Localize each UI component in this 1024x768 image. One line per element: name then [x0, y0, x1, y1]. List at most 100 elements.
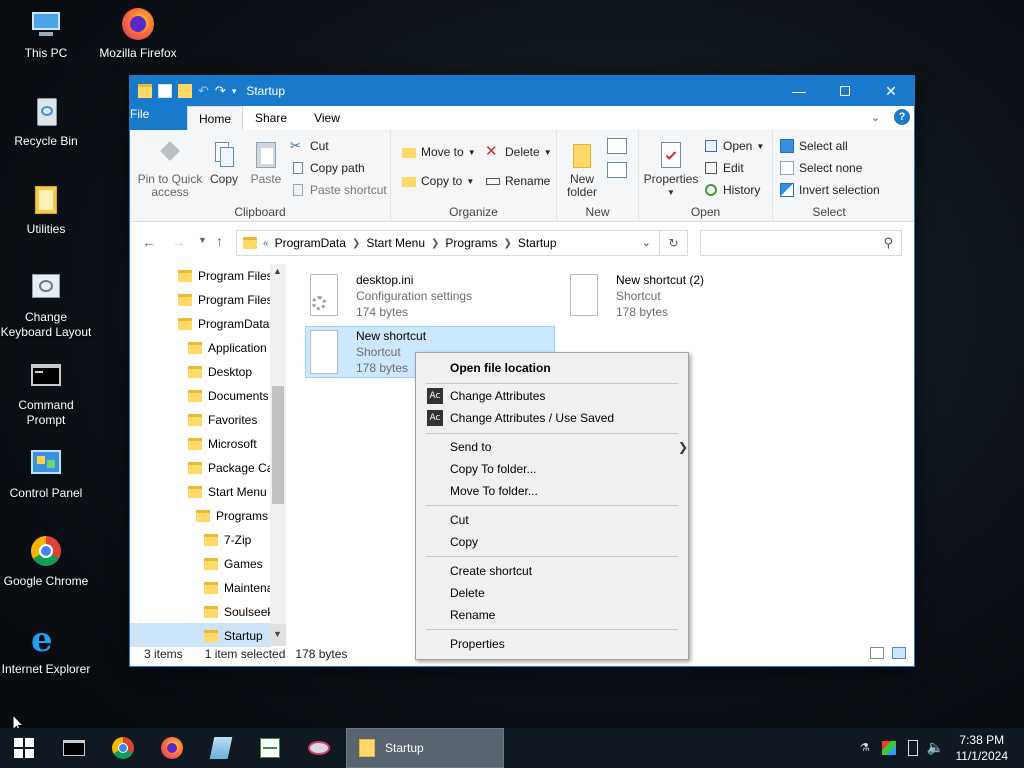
usb-icon[interactable]	[908, 740, 918, 756]
undo-icon[interactable]: ↶	[198, 83, 209, 99]
maximize-button[interactable]	[822, 76, 868, 106]
file-item-desktop-ini[interactable]: desktop.ini Configuration settings 174 b…	[306, 272, 536, 320]
desktop-icon-this-pc[interactable]: This PC	[0, 8, 92, 61]
nav-item[interactable]: Favorites	[188, 408, 257, 432]
breadcrumb-start-menu[interactable]: Start Menu	[366, 236, 425, 250]
rename-button[interactable]: Rename	[485, 173, 550, 189]
taskbar-app-3[interactable]	[295, 728, 343, 768]
nav-item[interactable]: Start Menu	[188, 480, 267, 504]
redo-icon[interactable]: ↷	[215, 83, 226, 99]
taskbar-app-1[interactable]	[197, 728, 245, 768]
menu-create-shortcut[interactable]: Create shortcut	[450, 561, 532, 581]
nav-item[interactable]: Program Files	[178, 264, 273, 288]
minimize-button[interactable]: —	[776, 76, 822, 106]
nav-item[interactable]: Microsoft	[188, 432, 257, 456]
new-folder-button[interactable]: New folder	[563, 140, 601, 199]
address-dropdown-icon[interactable]: ⌄	[642, 236, 651, 249]
nav-item[interactable]: Desktop	[188, 360, 252, 384]
menu-rename[interactable]: Rename	[450, 605, 495, 625]
history-button[interactable]: History	[703, 182, 760, 198]
menu-change-attributes-use-saved[interactable]: Change Attributes / Use Saved	[450, 408, 614, 428]
back-arrow-icon[interactable]: ←	[142, 234, 156, 250]
file-item-new-shortcut-2[interactable]: New shortcut (2) Shortcut 178 bytes	[566, 272, 766, 320]
taskbar-app-2[interactable]	[246, 728, 294, 768]
move-to-button[interactable]: Move to ▼	[401, 144, 476, 160]
address-overflow[interactable]: «	[263, 238, 269, 249]
address-bar[interactable]: « ProgramData ❯ Start Menu ❯ Programs ❯ Sta…	[236, 230, 660, 256]
tab-view[interactable]: View	[299, 106, 355, 130]
desktop-icon-chrome[interactable]: Google Chrome	[0, 536, 92, 589]
menu-change-attributes[interactable]: Change Attributes	[450, 386, 545, 406]
expand-ribbon-icon[interactable]: ⌄	[871, 111, 880, 124]
up-arrow-icon[interactable]: ↑	[216, 233, 223, 249]
menu-open-file-location[interactable]: Open file location	[450, 358, 551, 378]
clock[interactable]: 7:38 PM 11/1/2024	[956, 732, 1009, 764]
title-bar[interactable]: ↶ ↷ ▾ Startup — ✕	[130, 76, 914, 106]
menu-copy[interactable]: Copy	[450, 532, 478, 552]
breadcrumb-programs[interactable]: Programs	[445, 236, 497, 250]
tab-share[interactable]: Share	[243, 106, 299, 130]
taskbar-firefox[interactable]	[148, 728, 196, 768]
nav-item[interactable]: 7-Zip	[204, 528, 251, 552]
volume-muted-icon[interactable]: 🔈	[927, 739, 944, 756]
tray-color-icon[interactable]	[882, 741, 896, 755]
search-input[interactable]: ⚲	[700, 230, 902, 256]
cut-button[interactable]: ✂ Cut	[290, 138, 329, 154]
desktop-icon-command-prompt[interactable]: Command Prompt	[0, 360, 92, 428]
copy-path-button[interactable]: Copy path	[290, 160, 365, 176]
customize-qa-icon[interactable]: ▾	[232, 86, 237, 97]
breadcrumb-programdata[interactable]: ProgramData	[275, 236, 346, 250]
nav-item[interactable]: Program Files	[178, 288, 273, 312]
properties-qa-icon[interactable]	[158, 84, 172, 98]
menu-cut[interactable]: Cut	[450, 510, 469, 530]
large-icons-view-icon[interactable]	[892, 647, 906, 659]
nav-item[interactable]: Application	[188, 336, 267, 360]
breadcrumb-startup[interactable]: Startup	[518, 236, 557, 250]
invert-selection-button[interactable]: Invert selection	[779, 182, 880, 198]
paste-shortcut-button[interactable]: Paste shortcut	[290, 182, 387, 198]
menu-properties[interactable]: Properties	[450, 634, 505, 654]
tab-home[interactable]: Home	[187, 106, 243, 130]
recent-locations-icon[interactable]: ▼	[198, 235, 207, 245]
nav-item[interactable]: Documents	[188, 384, 269, 408]
close-button[interactable]: ✕	[868, 76, 914, 106]
start-button[interactable]	[0, 728, 48, 768]
nav-item[interactable]: Startup	[204, 624, 263, 642]
tab-file[interactable]: File	[130, 106, 187, 130]
nav-item[interactable]: Games	[204, 552, 263, 576]
nav-item[interactable]: Maintena	[204, 576, 273, 600]
menu-delete[interactable]: Delete	[450, 583, 485, 603]
details-view-icon[interactable]	[870, 647, 884, 659]
properties-button[interactable]: Properties ▼	[643, 140, 699, 199]
copy-button[interactable]: Copy	[204, 140, 244, 186]
help-icon[interactable]: ?	[894, 109, 910, 125]
taskbar-explorer-startup[interactable]: Startup	[346, 728, 504, 768]
new-item-icon[interactable]	[607, 138, 627, 154]
nav-scrollbar-thumb[interactable]	[272, 386, 284, 504]
nav-item[interactable]: Package Ca	[188, 456, 273, 480]
forward-arrow-icon[interactable]: →	[172, 234, 186, 250]
delete-button[interactable]: ✕ Delete ▼	[485, 144, 552, 160]
pin-quick-access-button[interactable]: Pin to Quick access	[136, 140, 204, 199]
easy-access-icon[interactable]	[607, 162, 627, 178]
menu-move-to-folder[interactable]: Move To folder...	[450, 481, 538, 501]
edit-button[interactable]: Edit	[703, 160, 744, 176]
desktop-icon-firefox[interactable]: Mozilla Firefox	[92, 8, 184, 61]
taskbar-command-prompt[interactable]	[50, 728, 98, 768]
nav-item[interactable]: Soulseek	[204, 600, 273, 624]
desktop-icon-control-panel[interactable]: Control Panel	[0, 448, 92, 501]
select-all-button[interactable]: Select all	[779, 138, 848, 154]
scroll-up-icon[interactable]: ▲	[273, 266, 282, 276]
tray-app-icon[interactable]: ⚗	[860, 741, 874, 755]
desktop-icon-internet-explorer[interactable]: e Internet Explorer	[0, 623, 92, 677]
desktop-icon-recycle-bin[interactable]: Recycle Bin	[0, 96, 92, 149]
menu-send-to[interactable]: Send to ❯	[450, 437, 688, 457]
copy-to-button[interactable]: Copy to ▼	[401, 173, 474, 189]
open-button[interactable]: Open ▼	[703, 138, 764, 154]
desktop-icon-utilities[interactable]: Utilities	[0, 184, 92, 237]
taskbar-chrome[interactable]	[99, 728, 147, 768]
desktop-icon-keyboard-layout[interactable]: Change Keyboard Layout	[0, 272, 92, 340]
refresh-button[interactable]: ↻	[660, 230, 688, 256]
menu-copy-to-folder[interactable]: Copy To folder...	[450, 459, 537, 479]
paste-button[interactable]: Paste	[246, 140, 286, 186]
